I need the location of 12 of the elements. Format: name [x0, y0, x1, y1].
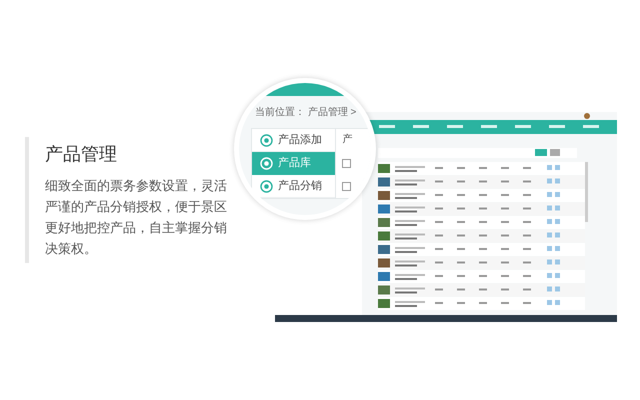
menu-item-label: 产品添加 — [278, 132, 322, 148]
column-header: 产 — [342, 133, 354, 147]
checkbox[interactable] — [342, 159, 352, 168]
circle-icon — [260, 134, 273, 146]
checkbox[interactable] — [342, 182, 352, 191]
circle-icon — [260, 157, 273, 170]
menu-item-label: 产品库 — [278, 156, 311, 172]
feature-description: 细致全面的票务参数设置，灵活严谨的产品分销授权，便于景区更好地把控产品，自主掌握分销决策权。 — [45, 177, 228, 258]
circle-icon — [260, 180, 273, 192]
breadcrumb: 当前位置： 产品管理 > — [255, 106, 358, 120]
feature-title: 产品管理 — [45, 143, 118, 166]
menu-item-label: 产品分销 — [278, 178, 322, 194]
